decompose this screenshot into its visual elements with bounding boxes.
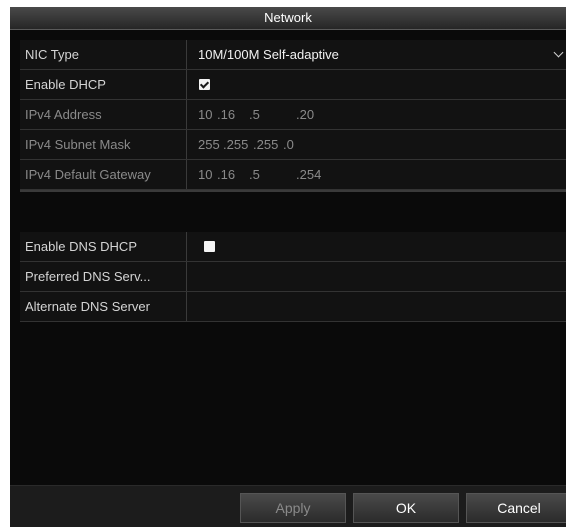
subnet-mask-octet-4[interactable]: .0 [283,130,294,159]
ipv4-address-label: IPv4 Address [20,100,187,129]
cancel-button[interactable]: Cancel [466,493,566,523]
preferred-dns-row: Preferred DNS Serv... [20,262,566,292]
enable-dhcp-checkbox[interactable] [199,79,210,90]
alternate-dns-row: Alternate DNS Server [20,292,566,322]
apply-button[interactable]: Apply [240,493,346,523]
enable-dns-dhcp-row: Enable DNS DHCP [20,232,566,262]
preferred-dns-label: Preferred DNS Serv... [20,262,187,291]
ipv4-address-octet-2[interactable]: .16 [217,100,235,129]
ok-button[interactable]: OK [353,493,459,523]
ipv4-subnet-mask-label: IPv4 Subnet Mask [20,130,187,159]
gateway-octet-2[interactable]: .16 [217,160,235,189]
nic-type-select[interactable]: 10M/100M Self-adaptive [198,40,339,69]
dialog-title: Network [10,7,566,30]
ipv4-address-octet-4[interactable]: .20 [296,100,314,129]
nic-type-label: NIC Type [20,40,187,69]
nic-type-row: NIC Type 10M/100M Self-adaptive [20,40,566,70]
ipv4-address-row: IPv4 Address 10 .16 .5 .20 [20,100,566,130]
subnet-mask-octet-1[interactable]: 255 [198,130,220,159]
section-divider [20,190,566,192]
gateway-octet-1[interactable]: 10 [198,160,212,189]
enable-dns-dhcp-checkbox[interactable] [204,241,215,252]
alternate-dns-input[interactable] [198,292,558,321]
gateway-octet-3[interactable]: .5 [249,160,260,189]
subnet-mask-octet-3[interactable]: .255 [253,130,278,159]
alternate-dns-label: Alternate DNS Server [20,292,187,321]
preferred-dns-input[interactable] [198,262,558,291]
ipv4-default-gateway-label: IPv4 Default Gateway [20,160,187,189]
ipv4-default-gateway-row: IPv4 Default Gateway 10 .16 .5 .254 [20,160,566,190]
enable-dns-dhcp-label: Enable DNS DHCP [20,232,187,261]
enable-dhcp-label: Enable DHCP [20,70,187,99]
chevron-down-icon[interactable] [553,47,564,58]
gateway-octet-4[interactable]: .254 [296,160,321,189]
ipv4-address-octet-3[interactable]: .5 [249,100,260,129]
button-bar: Apply OK Cancel [10,485,566,527]
subnet-mask-octet-2[interactable]: .255 [223,130,248,159]
ipv4-subnet-mask-row: IPv4 Subnet Mask 255 .255 .255 .0 [20,130,566,160]
network-dialog: Network NIC Type 10M/100M Self-adaptive … [10,7,566,527]
enable-dhcp-row: Enable DHCP [20,70,566,100]
ipv4-address-octet-1[interactable]: 10 [198,100,212,129]
